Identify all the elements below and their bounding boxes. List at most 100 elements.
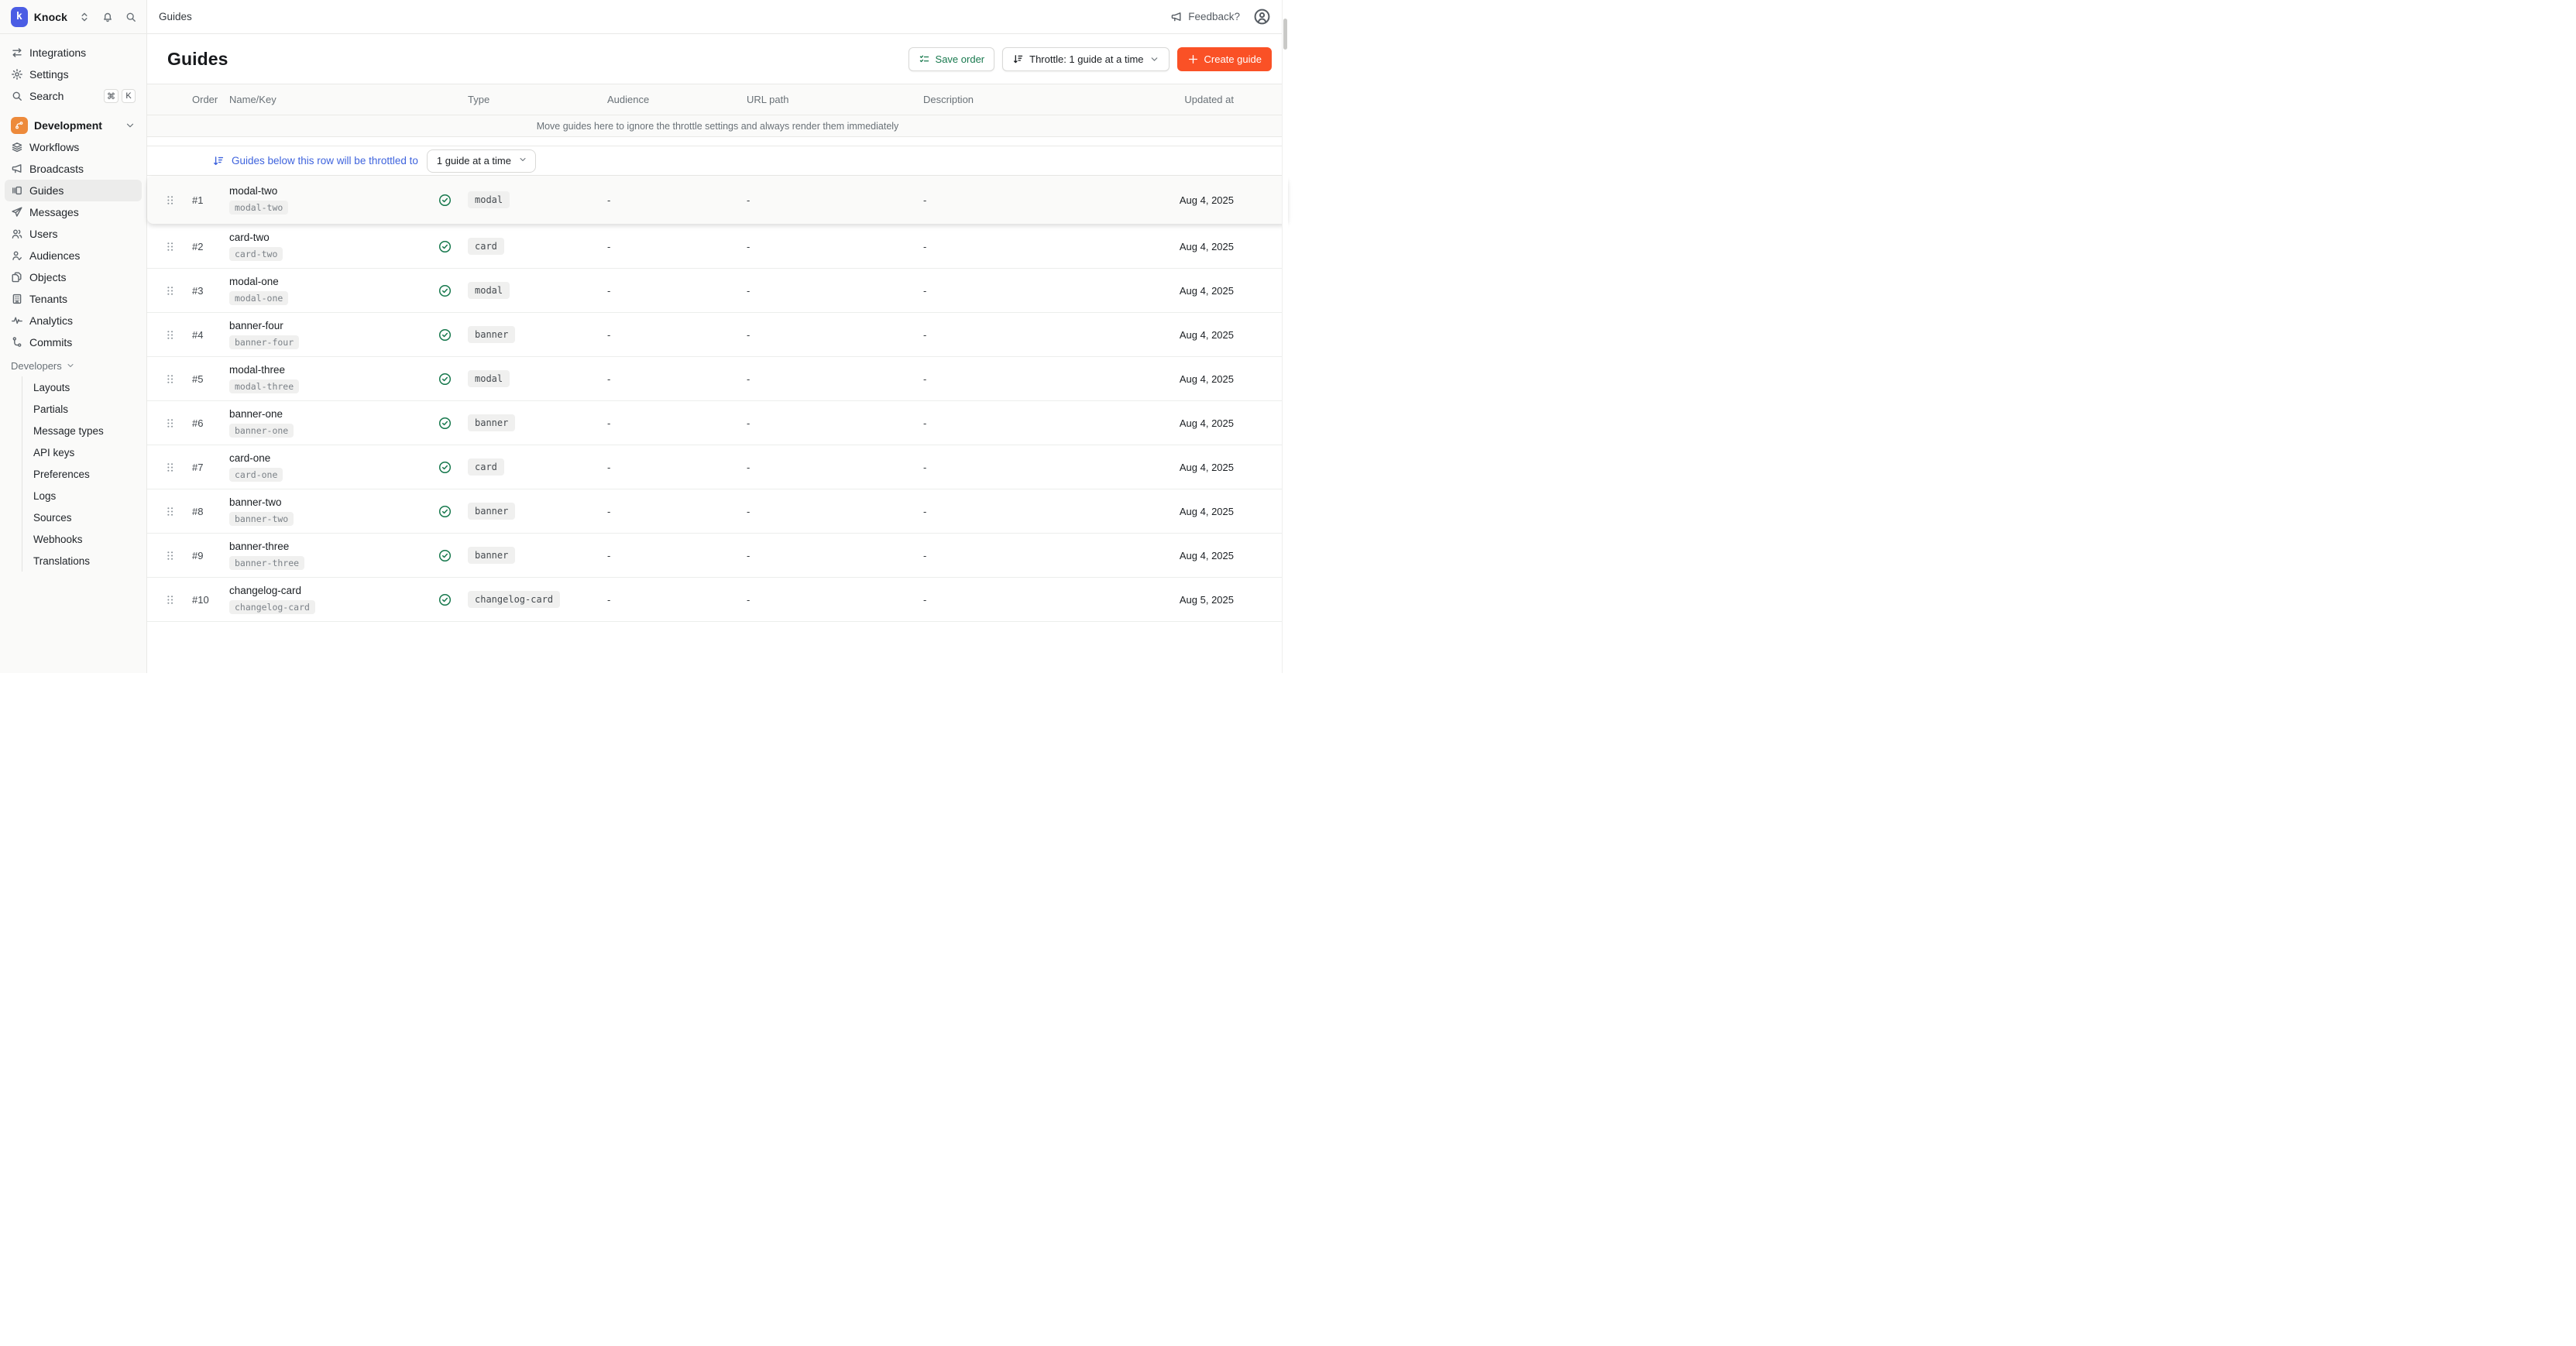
throttle-amount-select[interactable]: 1 guide at a time <box>427 149 536 173</box>
guide-updated-at: Aug 4, 2025 <box>1056 462 1288 473</box>
drag-handle-icon[interactable] <box>158 593 181 606</box>
drag-handle-icon[interactable] <box>158 505 181 518</box>
workspace-switcher[interactable]: k Knock <box>0 0 146 34</box>
drag-handle-icon[interactable] <box>158 240 181 253</box>
status-check-circle-icon <box>438 461 462 474</box>
sidebar-item-sources[interactable]: Sources <box>22 506 142 528</box>
drag-handle-icon[interactable] <box>158 284 181 297</box>
search-icon[interactable] <box>125 11 137 23</box>
table-row[interactable]: #4 banner-four banner-four banner - - - … <box>147 313 1288 357</box>
guide-description: - <box>917 241 1056 252</box>
guide-name[interactable]: banner-three <box>229 541 438 553</box>
ignore-throttle-dropzone[interactable]: Move guides here to ignore the throttle … <box>147 115 1288 137</box>
dropzone-hint-text: Move guides here to ignore the throttle … <box>537 121 899 132</box>
guide-type-badge: banner <box>468 547 515 564</box>
table-row[interactable]: #2 card-two card-two card - - - Aug 4, 2… <box>147 225 1288 269</box>
plus-icon <box>1187 53 1199 65</box>
sidebar-item-audiences[interactable]: Audiences <box>5 245 142 266</box>
search-icon <box>11 90 23 102</box>
drag-handle-icon[interactable] <box>158 194 181 207</box>
guide-name[interactable]: changelog-card <box>229 585 438 597</box>
guide-updated-at: Aug 4, 2025 <box>1056 506 1288 517</box>
column-header-description: Description <box>917 94 1056 105</box>
sidebar-item-broadcasts[interactable]: Broadcasts <box>5 158 142 180</box>
table-row[interactable]: #5 modal-three modal-three modal - - - A… <box>147 357 1288 401</box>
drag-handle-icon[interactable] <box>158 417 181 430</box>
guide-name[interactable]: modal-one <box>229 276 438 288</box>
sidebar-item-translations[interactable]: Translations <box>22 550 142 572</box>
sidebar-item-logs[interactable]: Logs <box>22 485 142 506</box>
throttle-divider-row: Guides below this row will be throttled … <box>147 146 1288 176</box>
guide-description: - <box>917 285 1056 297</box>
guide-type-badge: banner <box>468 414 515 431</box>
scrollbar-thumb[interactable] <box>1283 19 1287 50</box>
guide-key-badge: modal-three <box>229 379 299 393</box>
table-row[interactable]: #3 modal-one modal-one modal - - - Aug 4… <box>147 269 1288 313</box>
sidebar-item-commits[interactable]: Commits <box>5 331 142 353</box>
development-env-icon <box>11 117 28 134</box>
guide-key-badge: changelog-card <box>229 600 315 614</box>
table-row[interactable]: #1 modal-two modal-two modal - - - Aug 4… <box>147 176 1288 224</box>
table-row[interactable]: #10 changelog-card changelog-card change… <box>147 578 1288 622</box>
sidebar-item-analytics[interactable]: Analytics <box>5 310 142 331</box>
guide-name[interactable]: modal-two <box>229 185 438 197</box>
sidebar-item-partials[interactable]: Partials <box>22 398 142 420</box>
guide-url-path: - <box>740 550 917 561</box>
table-row[interactable]: #8 banner-two banner-two banner - - - Au… <box>147 489 1288 534</box>
guide-url-path: - <box>740 373 917 385</box>
keycap: ⌘ <box>104 89 118 103</box>
drag-handle-icon[interactable] <box>158 461 181 474</box>
user-avatar-button[interactable] <box>1253 8 1271 26</box>
developers-section-toggle[interactable]: Developers <box>5 355 142 376</box>
sidebar-item-label: Broadcasts <box>29 163 84 175</box>
sidebar-item-api-keys[interactable]: API keys <box>22 441 142 463</box>
chevron-down-icon <box>66 361 75 370</box>
expand-workspaces-icon[interactable] <box>78 11 91 23</box>
feedback-button[interactable]: Feedback? <box>1170 11 1240 23</box>
table-header: Order Name/Key Type Audience URL path De… <box>147 84 1288 115</box>
drag-handle-icon[interactable] <box>158 549 181 562</box>
sidebar-item-message-types[interactable]: Message types <box>22 420 142 441</box>
sidebar-item-objects[interactable]: Objects <box>5 266 142 288</box>
create-guide-button[interactable]: Create guide <box>1177 47 1272 71</box>
sidebar-item-webhooks[interactable]: Webhooks <box>22 528 142 550</box>
workflows-icon <box>11 141 23 153</box>
sidebar-item-workflows[interactable]: Workflows <box>5 136 142 158</box>
sidebar-item-layouts[interactable]: Layouts <box>22 376 142 398</box>
save-order-button[interactable]: Save order <box>908 47 995 71</box>
sidebar-item-messages[interactable]: Messages <box>5 201 142 223</box>
guide-type-badge: modal <box>468 282 510 299</box>
guide-audience: - <box>601 594 740 606</box>
environment-switcher[interactable]: Development <box>5 115 142 136</box>
sidebar-item-users[interactable]: Users <box>5 223 142 245</box>
sidebar-item-tenants[interactable]: Tenants <box>5 288 142 310</box>
guide-name[interactable]: card-one <box>229 452 438 465</box>
notifications-bell-icon[interactable] <box>101 11 114 23</box>
table-row[interactable]: #7 card-one card-one card - - - Aug 4, 2… <box>147 445 1288 489</box>
drag-handle-icon[interactable] <box>158 373 181 386</box>
table-row[interactable]: #9 banner-three banner-three banner - - … <box>147 534 1288 578</box>
sidebar-item-guides[interactable]: Guides <box>5 180 142 201</box>
environment-label: Development <box>34 119 118 132</box>
page-scrollbar[interactable] <box>1282 0 1288 673</box>
guide-name[interactable]: modal-three <box>229 364 438 376</box>
guide-name[interactable]: card-two <box>229 232 438 244</box>
sidebar-item-settings[interactable]: Settings <box>5 64 142 85</box>
guide-name[interactable]: banner-one <box>229 408 438 421</box>
guide-url-path: - <box>740 241 917 252</box>
throttle-dropdown-button[interactable]: Throttle: 1 guide at a time <box>1002 47 1169 71</box>
sidebar-item-integrations[interactable]: Integrations <box>5 42 142 64</box>
guide-url-path: - <box>740 462 917 473</box>
sidebar-env-items: Workflows Broadcasts GuidesMessages Users Au… <box>5 136 142 353</box>
guide-name[interactable]: banner-two <box>229 496 438 509</box>
breadcrumb: Guides <box>159 11 192 22</box>
guide-order: #2 <box>181 241 222 252</box>
sidebar-item-label: Users <box>29 228 58 240</box>
drag-handle-icon[interactable] <box>158 328 181 342</box>
sidebar-item-label: Webhooks <box>33 534 83 545</box>
table-row[interactable]: #6 banner-one banner-one banner - - - Au… <box>147 401 1288 445</box>
sidebar-item-search[interactable]: Search⌘K <box>5 85 142 107</box>
guide-description: - <box>917 373 1056 385</box>
guide-name[interactable]: banner-four <box>229 320 438 332</box>
sidebar-item-preferences[interactable]: Preferences <box>22 463 142 485</box>
